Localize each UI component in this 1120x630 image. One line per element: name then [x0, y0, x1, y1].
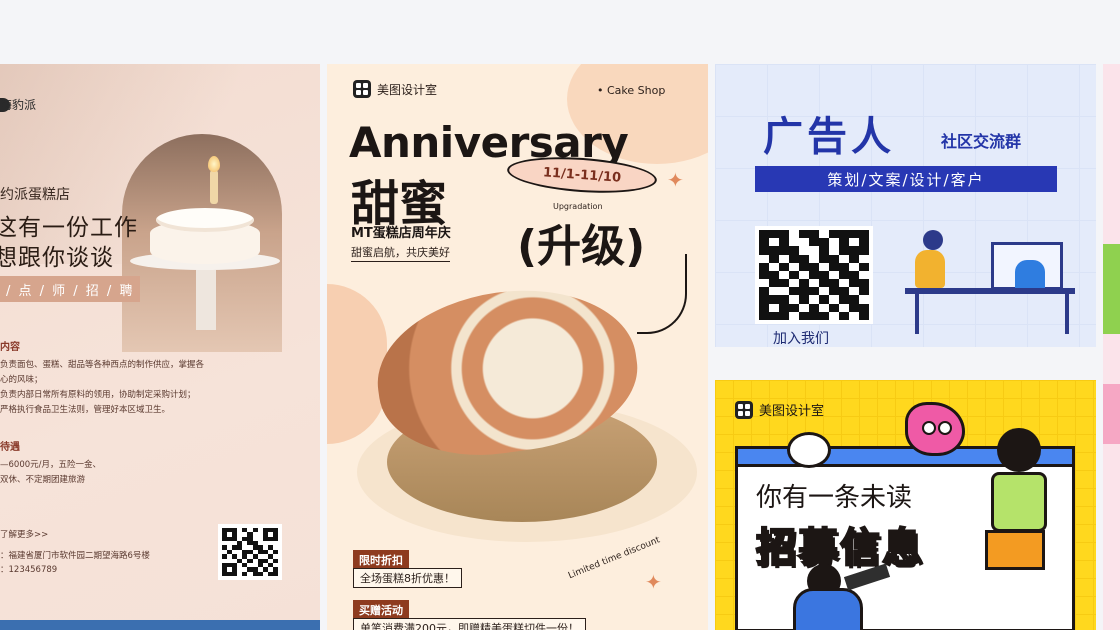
duty-line: 负责面包、蛋糕、甜品等各种西点的制作供应，掌握各: [0, 360, 205, 370]
duty-line: 严格执行食品卫生法则，管理好本区域卫生。: [0, 405, 171, 415]
qr-pattern: [759, 230, 869, 320]
qr-code: [218, 524, 282, 580]
bell-bubble-icon: [787, 432, 831, 468]
meitu-logo-icon: [735, 400, 753, 419]
section-benefit: 待遇: [0, 442, 20, 453]
headline-line2: 想跟你谈谈: [0, 245, 114, 271]
top-toolbar: [0, 0, 1120, 64]
desk-leg: [915, 294, 919, 334]
eye-icon: [922, 421, 936, 435]
logo-text: 美图设计室: [377, 82, 438, 97]
deco-blob: [327, 284, 387, 444]
template-card-ad-community[interactable]: 广告人 社区交流群 策划/文案/设计/客户 加入我们: [715, 64, 1096, 347]
section-duty: 内容: [0, 342, 20, 353]
candle: [210, 170, 218, 204]
designer-logo: 美图设计室: [353, 80, 437, 98]
logo-text: 美图设计室: [759, 404, 825, 419]
template-card-bakery-recruit[interactable]: 海豹派 约派蛋糕店 这有一份工作 想跟你谈谈 / 点 / 师 / 招 / 聘 内…: [0, 64, 320, 630]
more-link: 了解更多>>: [0, 530, 49, 540]
template-card-recruit-message[interactable]: 美图设计室 你有一条未读 招募信息: [715, 380, 1096, 630]
join-label: 加入我们: [773, 331, 829, 347]
girl-skirt: [985, 530, 1045, 570]
person-illustration: [915, 250, 945, 288]
address-text: ：福建省厦门市软件园二期望海路6号楼: [0, 551, 150, 561]
template-card-partial[interactable]: [1103, 64, 1120, 630]
next-card-edge: [0, 620, 320, 630]
boy-illustration: [793, 588, 863, 630]
sparkle-icon: ✦: [667, 168, 684, 192]
recruit-band: / 点 / 师 / 招 / 聘: [0, 276, 140, 302]
benefit-line: —6000元/月，五险一金、: [0, 460, 101, 470]
person-head: [923, 230, 943, 250]
phone-text: ：123456789: [0, 565, 58, 575]
event-subtitle: MT蛋糕店周年庆: [351, 226, 451, 241]
cake-shop-label: • Cake Shop: [597, 84, 666, 97]
designer-logo: 美图设计室: [735, 400, 824, 419]
unread-message: 你有一条未读: [756, 483, 913, 513]
benefit-line: 双休、不定期团建旅游: [0, 475, 86, 485]
cake-stand: [196, 270, 216, 330]
shop-name: 约派蛋糕店: [0, 187, 70, 203]
brand-logo: 海豹派: [0, 98, 36, 112]
discount-text: 全场蛋糕8折优惠！: [353, 568, 462, 588]
girl-illustration: [991, 472, 1047, 532]
desk-illustration: [905, 288, 1075, 294]
cake-cream: [156, 208, 254, 232]
upgrade-title: (升级): [517, 221, 646, 272]
girl-head: [997, 428, 1041, 472]
brand-name: 海豹派: [0, 97, 37, 112]
cake-photo: [122, 134, 282, 352]
meitu-logo-icon: [353, 80, 371, 98]
deco-shape: [1103, 384, 1120, 444]
arrow-icon: [637, 254, 687, 334]
ad-subtitle: 社区交流群: [941, 132, 1022, 151]
eye-icon: [938, 421, 952, 435]
duty-line: 心的风味；: [0, 375, 43, 385]
roles-bar: 策划/文案/设计/客户: [755, 166, 1057, 192]
gift-tag: 买赠活动: [353, 600, 409, 620]
event-slogan: 甜蜜启航，共庆美好: [351, 244, 450, 262]
ad-title: 广告人: [763, 114, 895, 160]
gift-text: 单笔消费满200元，即赠精美蛋糕切件一份！: [353, 618, 586, 630]
recruit-title: 招募信息: [755, 524, 924, 572]
qr-code: [755, 226, 873, 324]
deco-shape: [1103, 244, 1120, 334]
discount-tag: 限时折扣: [353, 550, 409, 570]
desk-leg: [1065, 294, 1069, 334]
template-card-anniversary[interactable]: 美图设计室 • Cake Shop Anniversary 甜蜜 11/1-11…: [327, 64, 708, 630]
qr-pattern: [222, 528, 278, 576]
duty-line: 负责内部日常所有原料的领用，协助制定采购计划；: [0, 390, 196, 400]
candle-flame: [208, 156, 220, 172]
headline-line1: 这有一份工作: [0, 215, 138, 241]
sparkle-icon: ✦: [645, 570, 662, 594]
